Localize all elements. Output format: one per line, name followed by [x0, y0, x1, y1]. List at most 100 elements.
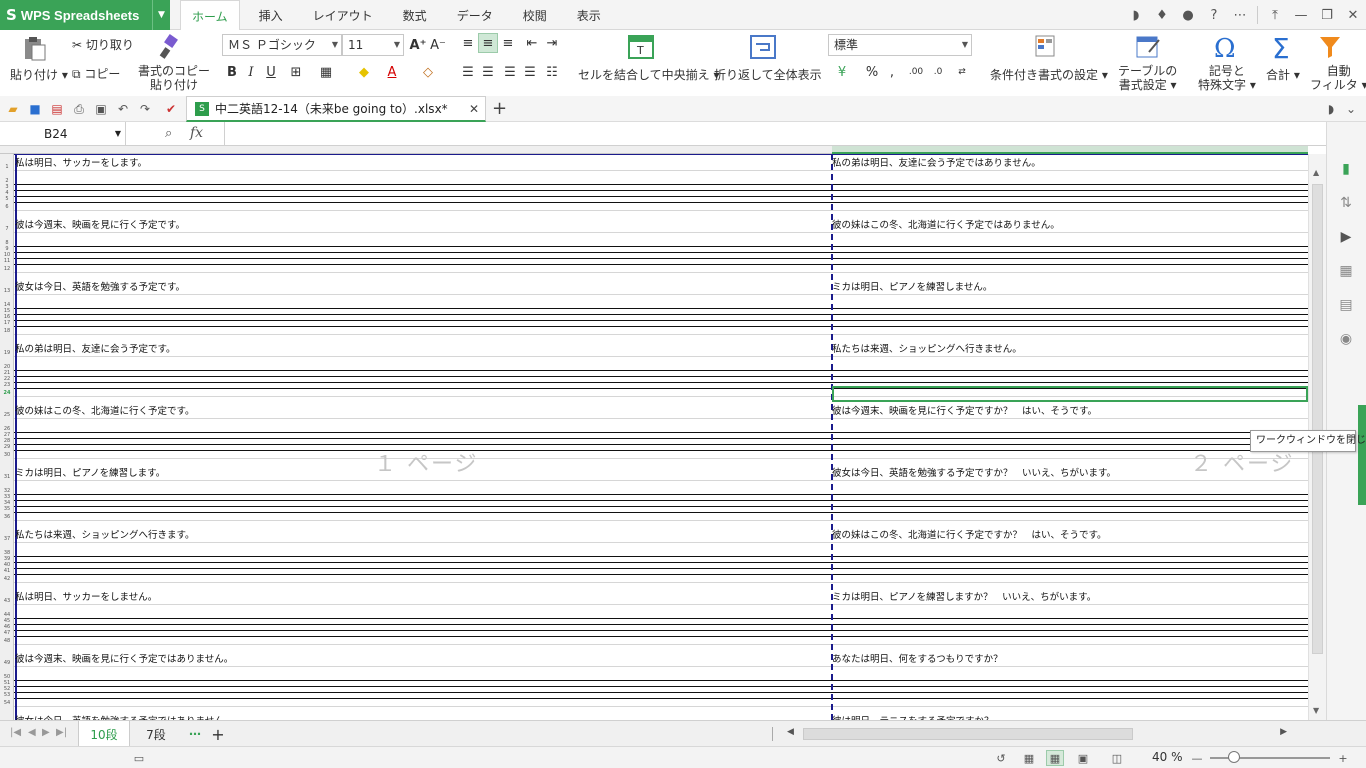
sheet-tab-10[interactable]: 10段 — [78, 721, 130, 747]
tab-view[interactable]: 表示 — [566, 0, 612, 30]
user-icon[interactable]: ● — [1175, 0, 1201, 30]
underline-icon[interactable]: U — [261, 62, 281, 82]
page-layout-icon[interactable]: ▣ — [1074, 750, 1092, 766]
column-header[interactable] — [0, 146, 1308, 154]
filter-icon[interactable] — [1318, 34, 1342, 63]
italic-icon[interactable]: I — [241, 62, 261, 82]
align-bottom-icon[interactable]: ≡ — [498, 33, 518, 53]
align-left-icon[interactable]: ☰ — [458, 62, 478, 82]
row-number[interactable]: 48 — [0, 638, 14, 644]
sheet-tab-7[interactable]: 7段 — [134, 721, 178, 747]
align-middle-icon[interactable]: ≡ — [478, 33, 498, 53]
cell[interactable]: 私は明日、サッカーをします。 — [15, 158, 147, 170]
tab-review[interactable]: 校閲 — [512, 0, 558, 30]
sigma-icon[interactable]: Σ — [1272, 32, 1290, 65]
backup-icon[interactable]: ◉ — [1335, 328, 1357, 350]
add-sheet-icon[interactable]: + — [208, 721, 228, 747]
new-tab-icon[interactable]: + — [492, 98, 507, 119]
comma-icon[interactable]: , — [882, 62, 902, 82]
skin-small-icon[interactable]: ◗ — [1322, 100, 1340, 118]
h-scroll-thumb[interactable] — [803, 728, 1133, 740]
distributed-icon[interactable]: ☷ — [542, 62, 562, 82]
reading-mode-icon[interactable]: ◫ — [1108, 750, 1126, 766]
table-format-icon[interactable] — [1136, 34, 1162, 63]
name-box[interactable]: B24 ▼ — [0, 122, 126, 146]
row-number[interactable]: 6 — [0, 204, 14, 210]
page-break-view-icon[interactable]: ▦ — [1046, 750, 1064, 766]
align-top-icon[interactable]: ≡ — [458, 33, 478, 53]
row-number[interactable]: 49 — [0, 660, 14, 666]
document-icon[interactable]: ▤ — [1335, 294, 1357, 316]
restore-ribbon-icon[interactable]: ⤒ — [1262, 0, 1288, 30]
borders-icon[interactable]: ⊞ — [286, 62, 306, 82]
cell[interactable]: あなたは明日、何をするつもりですか？ — [832, 654, 1003, 666]
next-sheet-icon[interactable]: ▶ — [42, 727, 50, 738]
macro-icon[interactable]: ▭ — [130, 750, 148, 766]
decrease-decimal-icon[interactable]: .0 — [928, 62, 948, 82]
align-center-icon[interactable]: ☰ — [478, 62, 498, 82]
fill-pattern-icon[interactable]: ▦ — [316, 62, 336, 82]
chevron-down-icon[interactable]: ▼ — [152, 0, 170, 30]
selected-cell[interactable] — [832, 386, 1308, 402]
cell[interactable]: 彼は今週末、映画を見に行く予定ですか？ はい、そうです。 — [832, 406, 1097, 418]
prev-sheet-icon[interactable]: ◀ — [28, 727, 36, 738]
row-number[interactable]: 41 — [0, 568, 14, 574]
paste-icon[interactable] — [20, 36, 48, 65]
convert-icon[interactable]: ⇄ — [952, 62, 972, 82]
row-number[interactable]: 5 — [0, 196, 14, 202]
reference-icon[interactable]: ⇅ — [1335, 192, 1357, 214]
cell[interactable]: 私たちは来週、ショッピングへ行きません。 — [832, 344, 1022, 356]
play-icon[interactable]: ▶ — [1335, 226, 1357, 248]
help-icon[interactable]: ? — [1201, 0, 1227, 30]
font-name-select[interactable]: ＭＳ Ｐゴシック ▼ — [222, 34, 342, 56]
sheet-grid[interactable]: 1 2 3 4 5 6 7 8 9 10 11 12 13 14 15 16 17 18 19 20 21 22 23 24 2… — [0, 146, 1308, 720]
shirt-icon[interactable]: ♦ — [1149, 0, 1175, 30]
tab-insert[interactable]: 挿入 — [248, 0, 294, 30]
cell[interactable]: 彼女は今日、英語を勉強する予定です。 — [15, 282, 185, 294]
row-number[interactable]: 30 — [0, 452, 14, 458]
grow-font-icon[interactable]: A⁺ — [408, 35, 428, 55]
cell[interactable]: 彼は今週末、映画を見に行く予定です。 — [15, 220, 185, 232]
row-number[interactable]: 19 — [0, 350, 14, 356]
row-number[interactable]: 7 — [0, 226, 14, 232]
conditional-format-button[interactable]: 条件付き書式の設定 ▾ — [990, 66, 1108, 83]
cell[interactable]: ミカは明日、ピアノを練習します。 — [15, 468, 165, 480]
print-icon[interactable]: ⎙ — [70, 100, 88, 118]
row-number[interactable]: 12 — [0, 266, 14, 272]
cell[interactable]: 彼は今週末、映画を見に行く予定ではありません。 — [15, 654, 233, 666]
fx-icon[interactable]: fx — [190, 125, 203, 141]
row-header[interactable]: 1 2 3 4 5 6 7 8 9 10 11 12 13 14 15 16 17 18 19 20 21 22 23 24 2… — [0, 154, 14, 720]
print-preview-icon[interactable]: ▣ — [92, 100, 110, 118]
justify-icon[interactable]: ☰ — [520, 62, 540, 82]
scroll-right-icon[interactable]: ▶ — [1280, 727, 1287, 737]
task-pane-toggle[interactable] — [1358, 405, 1366, 505]
shrink-font-icon[interactable]: A⁻ — [428, 35, 448, 55]
clear-format-icon[interactable]: ◇ — [418, 62, 438, 82]
close-icon[interactable]: ✕ — [1340, 0, 1366, 30]
row-number[interactable]: 17 — [0, 320, 14, 326]
zoom-level[interactable]: 40 % — [1152, 750, 1183, 764]
tab-home[interactable]: ホーム — [180, 0, 240, 31]
merge-center-button[interactable]: セルを結合して中央揃え ▾ — [578, 66, 720, 83]
more-sheets-icon[interactable]: ⋯ — [184, 721, 206, 747]
zoom-out-icon[interactable]: — — [1188, 750, 1206, 766]
bold-icon[interactable]: B — [222, 62, 242, 82]
new-document-icon[interactable]: ▮ — [1335, 158, 1357, 180]
tab-formulas[interactable]: 数式 — [392, 0, 438, 30]
row-number[interactable]: 29 — [0, 444, 14, 450]
copy-button[interactable]: ⧉ コピー — [72, 65, 120, 82]
scroll-left-icon[interactable]: ◀ — [787, 727, 794, 737]
redo-icon[interactable]: ↷ — [136, 100, 154, 118]
history-icon[interactable]: ↺ — [992, 750, 1010, 766]
table-format-button[interactable]: テーブルの 書式設定 ▾ — [1118, 64, 1177, 92]
cell[interactable]: 私の弟は明日、友達に会う予定です。 — [15, 344, 176, 356]
minimize-icon[interactable]: — — [1288, 0, 1314, 30]
skin-icon[interactable]: ◗ — [1123, 0, 1149, 30]
fill-color-icon[interactable]: ◆ — [354, 62, 374, 82]
increase-indent-icon[interactable]: ⇥ — [542, 33, 562, 53]
cell[interactable]: ミカは明日、ピアノを練習しますか？ いいえ、ちがいます。 — [832, 592, 1096, 604]
auto-filter-button[interactable]: 自動 フィルタ ▾ — [1310, 64, 1366, 92]
row-number[interactable]: 36 — [0, 514, 14, 520]
zoom-in-icon[interactable]: + — [1334, 750, 1352, 766]
row-number[interactable]: 42 — [0, 576, 14, 582]
